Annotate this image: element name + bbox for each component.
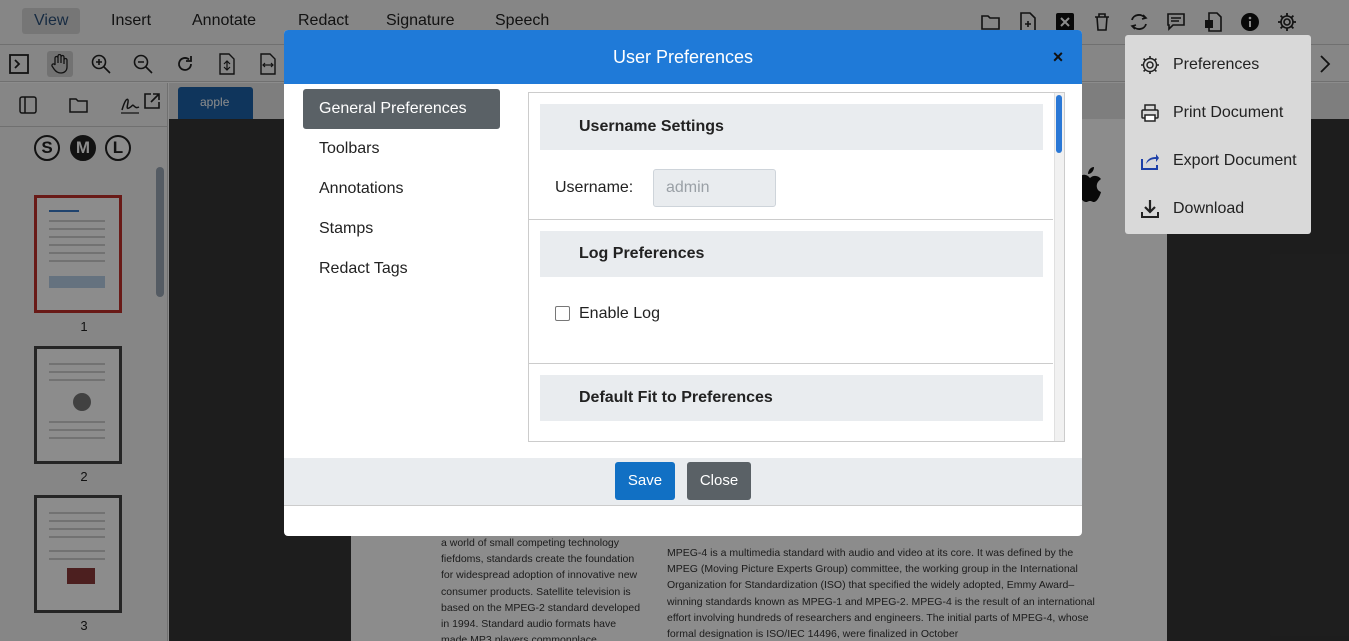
printer-icon (1139, 102, 1161, 124)
section-divider (529, 363, 1053, 364)
section-divider (529, 219, 1053, 220)
close-icon[interactable]: × (1048, 47, 1068, 67)
preferences-content-panel[interactable]: Username Settings Username: Log Preferen… (528, 92, 1065, 442)
save-button[interactable]: Save (615, 462, 675, 500)
close-button[interactable]: Close (687, 462, 751, 500)
download-icon (1139, 198, 1161, 220)
modal-footer: Save Close (284, 458, 1082, 506)
section-heading-username: Username Settings (540, 104, 1043, 150)
export-icon (1139, 150, 1161, 172)
content-scrollbar-thumb[interactable] (1056, 95, 1062, 153)
nav-item-annotations[interactable]: Annotations (303, 169, 500, 209)
user-preferences-dialog: User Preferences × General Preferences T… (284, 30, 1082, 536)
preferences-nav: General Preferences Toolbars Annotations… (303, 89, 500, 289)
gear-icon (1139, 54, 1161, 76)
nav-item-redact-tags[interactable]: Redact Tags (303, 249, 500, 289)
menu-item-print-document[interactable]: Print Document (1125, 91, 1311, 135)
menu-item-download[interactable]: Download (1125, 187, 1311, 231)
menu-item-label: Export Document (1173, 152, 1297, 169)
menu-item-preferences[interactable]: Preferences (1125, 43, 1311, 87)
menu-item-export-document[interactable]: Export Document (1125, 139, 1311, 183)
nav-item-stamps[interactable]: Stamps (303, 209, 500, 249)
section-heading-default-fit: Default Fit to Preferences (540, 375, 1043, 421)
menu-item-label: Print Document (1173, 104, 1284, 121)
settings-dropdown-menu: Preferences Print Document Export Docume… (1125, 35, 1311, 234)
username-field[interactable] (653, 169, 776, 207)
enable-log-checkbox[interactable] (555, 306, 570, 321)
menu-item-label: Preferences (1173, 56, 1260, 73)
modal-header: User Preferences × (284, 30, 1082, 84)
username-label: Username: (555, 179, 634, 196)
enable-log-label[interactable]: Enable Log (579, 305, 660, 323)
nav-item-general-preferences[interactable]: General Preferences (303, 89, 500, 129)
menu-item-label: Download (1173, 200, 1245, 217)
nav-item-toolbars[interactable]: Toolbars (303, 129, 500, 169)
modal-title: User Preferences (612, 47, 754, 67)
section-heading-log: Log Preferences (540, 231, 1043, 277)
